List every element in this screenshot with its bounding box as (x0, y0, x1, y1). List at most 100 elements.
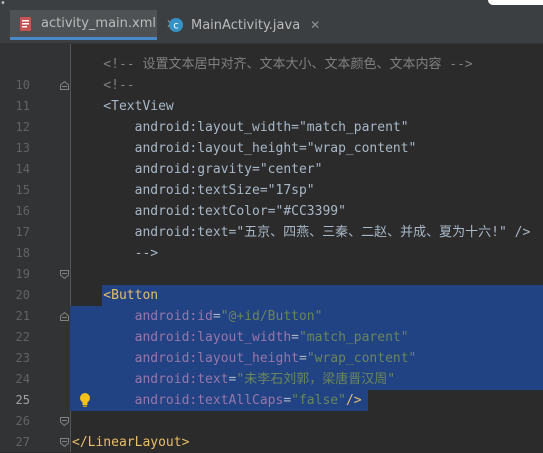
tab-activity-main-xml[interactable]: activity_main.xml ✕ (10, 10, 176, 40)
code-token: android: (72, 372, 198, 387)
code-token: 设置文本居中对齐、文本大小、文本颜色、文本内容 --> (134, 57, 473, 72)
text-selection (102, 285, 543, 306)
code-token: android: (72, 393, 198, 408)
code-text: android:gravity="center" (72, 159, 323, 180)
line-number: 10 (15, 78, 30, 92)
line-number: 17 (15, 225, 30, 239)
code-token: android:textSize="17sp" (72, 183, 315, 198)
code-token: <TextView (72, 99, 174, 114)
code-text: android:textSize="17sp" (72, 180, 315, 201)
code-token: <!-- (72, 78, 135, 93)
code-token: "wrap_content" (306, 351, 417, 366)
line-number: 15 (15, 183, 30, 197)
code-text: android:text="未李石刘郭，梁唐晋汉周" (72, 369, 395, 390)
tab-main-activity-java[interactable]: c MainActivity.java ✕ (160, 10, 320, 40)
code-text: <!-- (72, 75, 135, 96)
code-line[interactable]: 22 android:layout_width="match_parent" (0, 327, 543, 348)
fold-marker-icon[interactable] (60, 312, 69, 321)
code-token: <Button (72, 288, 159, 303)
fold-marker-icon[interactable] (60, 417, 69, 426)
code-text: </LinearLayout> (72, 432, 189, 453)
code-line[interactable]: 24 android:text="未李石刘郭，梁唐晋汉周" (0, 369, 543, 390)
tab-label: activity_main.xml (41, 16, 157, 31)
code-line[interactable]: 27 </LinearLayout> (0, 432, 543, 453)
code-token: "未李石刘郭，梁唐晋汉周" (236, 372, 396, 387)
code-line[interactable]: 20 <Button (0, 285, 543, 306)
code-token: "@+id/Button" (220, 309, 323, 324)
code-token: </LinearLayout> (72, 435, 190, 450)
fold-marker-icon[interactable] (60, 270, 69, 279)
code-line[interactable]: 21 android:id="@+id/Button" (0, 306, 543, 327)
code-token: android:text="五京、四燕、三秦、二赵、并成、夏为十六!" /> (72, 225, 531, 240)
code-line[interactable]: 11 <TextView (0, 96, 543, 117)
code-line[interactable]: 16 android:textColor="#CC3399" (0, 201, 543, 222)
fold-marker-icon[interactable] (60, 81, 69, 90)
line-number: 14 (15, 162, 30, 176)
code-token: android:layout_height="wrap_content" (72, 141, 417, 156)
code-text: --> (72, 243, 158, 264)
close-tab-icon[interactable]: ✕ (310, 18, 320, 32)
code-line[interactable]: 19 (0, 264, 543, 285)
java-class-icon: c (168, 17, 184, 33)
code-token: --> (72, 246, 159, 261)
line-number: 27 (15, 435, 30, 449)
line-number: 20 (15, 288, 30, 302)
code-token: /> (345, 393, 362, 408)
line-number: 24 (15, 372, 30, 386)
code-token: id (197, 309, 213, 324)
code-token: android: (72, 330, 198, 345)
code-text: <TextView (72, 96, 174, 117)
code-token: "false" (291, 393, 346, 408)
code-editor[interactable]: <!-- 设置文本居中对齐、文本大小、文本颜色、文本内容 --> 10 <!-- 1… (0, 44, 543, 452)
code-token: = (291, 330, 299, 345)
code-line[interactable]: 13 android:layout_height="wrap_content" (0, 138, 543, 159)
editor-tab-bar: • activity_main.xml ✕ c MainActivity.jav… (0, 0, 543, 44)
code-line[interactable]: 26 (0, 411, 543, 432)
code-line[interactable]: 23 android:layout_height="wrap_content" (0, 348, 543, 369)
line-number: 16 (15, 204, 30, 218)
svg-text:c: c (173, 21, 179, 32)
code-text: <Button (72, 285, 158, 306)
code-token: android: (72, 351, 198, 366)
line-number: 22 (15, 330, 30, 344)
code-text: android:textColor="#CC3399" (72, 201, 346, 222)
tab-bar-edge: • (0, 0, 6, 9)
code-token: = (298, 351, 307, 366)
line-number: 13 (15, 141, 30, 155)
code-token: "match_parent" (298, 330, 409, 345)
code-text: android:textAllCaps="false"/> (72, 390, 362, 411)
line-number: 11 (15, 99, 30, 113)
code-token: android: (72, 309, 198, 324)
code-token: <!-- (72, 57, 135, 72)
code-line[interactable]: 14 android:gravity="center" (0, 159, 543, 180)
xml-file-icon (18, 16, 34, 32)
code-line[interactable]: 17 android:text="五京、四燕、三秦、二赵、并成、夏为十六!" /… (0, 222, 543, 243)
code-text: android:text="五京、四燕、三秦、二赵、并成、夏为十六!" /> (72, 222, 531, 243)
line-number: 25 (15, 393, 30, 407)
code-token: android:layout_width="match_parent" (72, 120, 409, 135)
code-line[interactable]: 18 --> (0, 243, 543, 264)
code-line[interactable]: <!-- 设置文本居中对齐、文本大小、文本颜色、文本内容 --> (0, 54, 543, 75)
code-text: android:layout_height="wrap_content" (72, 348, 417, 369)
line-number: 19 (15, 267, 30, 281)
code-token: layout_height (197, 351, 299, 366)
code-text: android:layout_height="wrap_content" (72, 138, 417, 159)
code-line[interactable]: 10 <!-- (0, 75, 543, 96)
code-text: <!-- 设置文本居中对齐、文本大小、文本颜色、文本内容 --> (72, 54, 473, 75)
code-text: android:id="@+id/Button" (72, 306, 323, 327)
code-token: textAllCaps (197, 393, 284, 408)
code-line[interactable]: 12 android:layout_width="match_parent" (0, 117, 543, 138)
code-token: android:gravity="center" (72, 162, 323, 177)
fold-marker-icon[interactable] (60, 438, 69, 447)
line-number: 18 (15, 246, 30, 260)
code-token: = (283, 393, 292, 408)
line-number: 26 (15, 414, 30, 428)
line-number: 21 (15, 309, 30, 323)
code-text: android:layout_width="match_parent" (72, 327, 409, 348)
code-line[interactable]: 15 android:textSize="17sp" (0, 180, 543, 201)
tab-label: MainActivity.java (191, 17, 301, 33)
line-number: 23 (15, 351, 30, 365)
code-token: text (197, 372, 229, 387)
code-token: = (212, 309, 221, 324)
code-line[interactable]: 25 android:textAllCaps="false"/> (0, 390, 543, 411)
